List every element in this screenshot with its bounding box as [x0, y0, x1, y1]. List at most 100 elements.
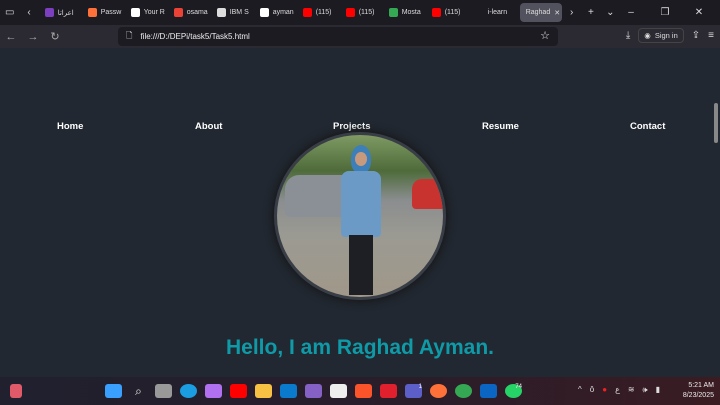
- tab-active[interactable]: Raghad✕: [520, 3, 562, 22]
- photo-person: [337, 145, 385, 295]
- tray-app-icon[interactable]: ô: [590, 385, 594, 395]
- reload-icon[interactable]: ↻: [44, 30, 66, 43]
- tab-title: (115): [316, 9, 332, 16]
- tab[interactable]: Mosta: [383, 3, 426, 22]
- minimize-icon[interactable]: –: [620, 7, 642, 18]
- tab-bar: ▭ ‹ اعراتا Passw Your R osama IBM S ayman (115…: [0, 0, 720, 25]
- wifi-icon[interactable]: ≋: [628, 385, 635, 395]
- tab-title: osama: [187, 9, 208, 16]
- teams-icon[interactable]: 1: [405, 384, 422, 398]
- volume-icon[interactable]: 🕪: [643, 385, 648, 395]
- youtube-icon[interactable]: [230, 384, 247, 398]
- tab[interactable]: i-learn: [469, 3, 512, 22]
- hero-heading: Hello, I am Raghad Ayman.: [0, 336, 720, 360]
- tab-overview-icon[interactable]: ▭: [0, 7, 19, 18]
- close-tab-icon[interactable]: ✕: [554, 9, 560, 17]
- list-tabs-icon[interactable]: ⌄: [601, 7, 620, 18]
- tab-favicon-icon: [217, 8, 226, 17]
- store-icon[interactable]: [330, 384, 347, 398]
- nav-resume[interactable]: Resume: [482, 121, 519, 132]
- new-tab-icon[interactable]: +: [581, 7, 600, 18]
- linkedin-icon[interactable]: [480, 384, 497, 398]
- sign-in-button[interactable]: ◉ Sign in: [638, 28, 683, 43]
- scrollbar-thumb[interactable]: [714, 103, 718, 143]
- wps-icon[interactable]: [380, 384, 397, 398]
- tab[interactable]: Your R: [125, 3, 168, 22]
- forward-icon[interactable]: →: [22, 31, 44, 43]
- tab-title: (115): [359, 9, 375, 16]
- close-window-icon[interactable]: ✕: [688, 7, 710, 18]
- firefox-icon[interactable]: [430, 384, 447, 398]
- extensions-icon[interactable]: ⇪: [692, 30, 700, 41]
- tab-favicon-icon: [475, 8, 484, 17]
- tab[interactable]: ayman: [254, 3, 297, 22]
- tab-favicon-icon: [260, 8, 269, 17]
- whatsapp-badge: 74: [515, 384, 522, 390]
- tab[interactable]: osama: [168, 3, 211, 22]
- tab-favicon-icon: [174, 8, 183, 17]
- tab-title: IBM S: [230, 9, 249, 16]
- tab-title: Raghad: [526, 9, 551, 16]
- tab-favicon-icon: [45, 8, 54, 17]
- nav-projects[interactable]: Projects: [333, 121, 371, 132]
- task-view-icon[interactable]: [155, 384, 172, 398]
- scroll-tabs-right-icon[interactable]: ›: [562, 7, 581, 18]
- visual-studio-icon[interactable]: [305, 384, 322, 398]
- tab-favicon-icon: [131, 8, 140, 17]
- photo-red-car: [412, 179, 446, 209]
- account-icon: ◉: [644, 31, 651, 40]
- search-icon[interactable]: ⌕: [130, 384, 147, 398]
- nav-home[interactable]: Home: [57, 121, 83, 132]
- web-page: Home About Projects Resume Contact Hello…: [0, 48, 712, 377]
- tab-favicon-icon: [346, 8, 355, 17]
- tab-title: Passw: [101, 9, 122, 16]
- back-icon[interactable]: ←: [0, 31, 22, 43]
- tab[interactable]: Passw: [82, 3, 125, 22]
- teams-badge: 1: [419, 384, 422, 390]
- tab-favicon-icon: [303, 8, 312, 17]
- whatsapp-icon[interactable]: 74: [505, 384, 522, 398]
- weather-widget-icon[interactable]: [10, 384, 22, 398]
- tab[interactable]: (115): [297, 3, 340, 22]
- vscode-icon[interactable]: [280, 384, 297, 398]
- nav-contact[interactable]: Contact: [630, 121, 665, 132]
- battery-icon[interactable]: ▮: [656, 385, 660, 395]
- clock-date: 8/23/2025: [683, 391, 714, 401]
- language-indicator[interactable]: ع: [615, 385, 620, 395]
- tab-favicon-icon: [432, 8, 441, 17]
- tab[interactable]: (115): [426, 3, 469, 22]
- scroll-tabs-left-icon[interactable]: ‹: [19, 7, 38, 18]
- scrollbar[interactable]: [712, 48, 720, 377]
- url-text: file:///D:/DEPi/task5/Task5.html: [140, 32, 249, 41]
- tab-list: اعراتا Passw Your R osama IBM S ayman (115) (11…: [39, 3, 512, 22]
- tab[interactable]: اعراتا: [39, 3, 82, 22]
- tab-title: Mosta: [402, 9, 421, 16]
- nav-about[interactable]: About: [195, 121, 222, 132]
- tab-title: i-learn: [488, 9, 507, 16]
- sign-in-label: Sign in: [655, 31, 678, 40]
- file-explorer-icon[interactable]: [255, 384, 272, 398]
- brave-icon[interactable]: [355, 384, 372, 398]
- tab-favicon-icon: [389, 8, 398, 17]
- profile-photo: [274, 132, 446, 300]
- chrome-icon[interactable]: [455, 384, 472, 398]
- tab-title: اعراتا: [58, 9, 74, 17]
- edge-icon[interactable]: [180, 384, 197, 398]
- download-icon[interactable]: ⤓: [626, 30, 630, 41]
- start-icon[interactable]: [105, 384, 122, 398]
- restore-icon[interactable]: ❐: [654, 7, 676, 18]
- copilot-icon[interactable]: [205, 384, 222, 398]
- url-bar[interactable]: 🗋 file:///D:/DEPi/task5/Task5.html ☆: [118, 27, 558, 46]
- tab-title: Your R: [144, 9, 165, 16]
- tab-title: ayman: [273, 9, 294, 16]
- tray-mcafee-icon[interactable]: ●: [602, 385, 607, 395]
- tab[interactable]: IBM S: [211, 3, 254, 22]
- nav-bar: ← → ↻ 🗋 file:///D:/DEPi/task5/Task5.html…: [0, 25, 720, 48]
- page-icon: 🗋: [126, 30, 132, 44]
- menu-icon[interactable]: ≡: [708, 30, 714, 41]
- taskbar: ⌕ 1 74 ^ ô ● ع ≋ 🕪 ▮ 5:21 AM 8/23/2025: [0, 377, 720, 405]
- clock[interactable]: 5:21 AM 8/23/2025: [683, 381, 714, 401]
- bookmark-star-icon[interactable]: ☆: [540, 29, 550, 42]
- show-hidden-icons[interactable]: ^: [578, 385, 582, 395]
- tab[interactable]: (115): [340, 3, 383, 22]
